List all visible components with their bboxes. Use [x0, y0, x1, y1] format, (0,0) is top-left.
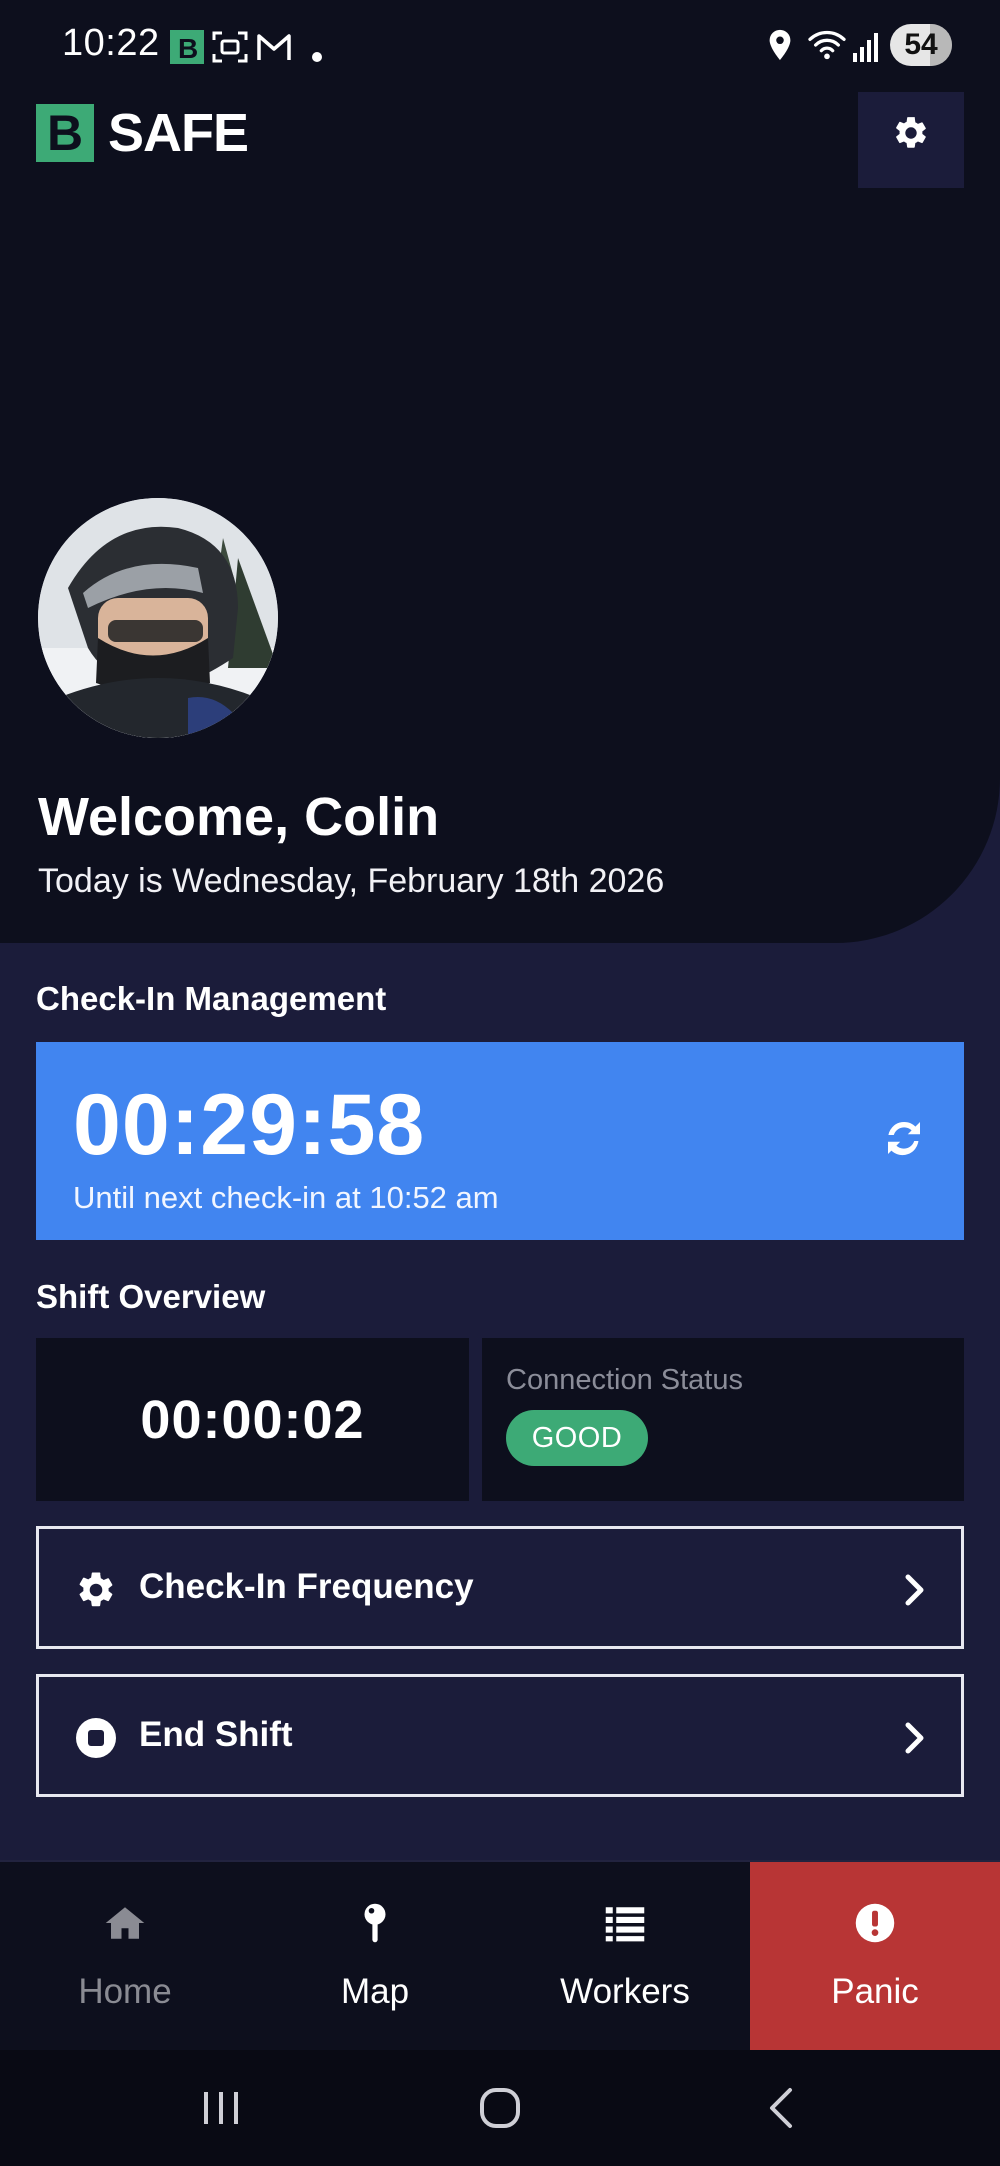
- shift-elapsed-time: 00:00:02: [140, 1389, 365, 1450]
- shift-section-title: Shift Overview: [36, 1278, 266, 1315]
- wifi-icon: [808, 30, 846, 60]
- screenshot-icon: [212, 31, 248, 63]
- svg-text:B: B: [178, 33, 198, 64]
- checkin-frequency-label: Check-In Frequency: [139, 1567, 474, 1606]
- checkin-countdown: 00:29:58: [73, 1077, 426, 1173]
- nav-workers-label: Workers: [560, 1972, 690, 2011]
- end-shift-label: End Shift: [139, 1715, 293, 1754]
- home-icon: [105, 1907, 145, 1939]
- back-icon[interactable]: [764, 2086, 798, 2130]
- status-time: 10:22: [62, 22, 160, 64]
- connection-status-badge: GOOD: [506, 1410, 648, 1466]
- nav-home-label: Home: [78, 1972, 172, 2011]
- avatar: [38, 498, 278, 738]
- end-shift-button[interactable]: End Shift: [36, 1674, 964, 1797]
- shift-timer-card: 00:00:02: [36, 1338, 469, 1501]
- nav-panic[interactable]: Panic: [750, 1862, 1000, 2052]
- stop-icon: [76, 1718, 116, 1758]
- nav-map-label: Map: [340, 1972, 410, 2011]
- hero-section: B SAFE Welcome, Colin Today is Wednesday…: [0, 0, 1000, 943]
- battery-level: 54: [904, 28, 938, 61]
- nav-panic-label: Panic: [831, 1972, 919, 2011]
- app-logo: B SAFE: [36, 102, 249, 164]
- connection-status-label: Connection Status: [506, 1364, 743, 1396]
- system-navigation-bar: [0, 2050, 1000, 2166]
- next-checkin-text: Until next check-in at 10:52 am: [73, 1180, 499, 1215]
- home-system-icon[interactable]: [479, 2086, 521, 2130]
- gear-icon: [79, 1572, 113, 1607]
- logo-text: SAFE: [108, 103, 249, 163]
- location-icon: [769, 29, 791, 61]
- welcome-heading: Welcome, Colin: [38, 787, 440, 847]
- nav-map[interactable]: Map: [250, 1862, 500, 2052]
- map-pin-icon: [364, 1903, 386, 1943]
- checkin-section-title: Check-In Management: [36, 980, 387, 1017]
- user-photo: [38, 498, 278, 738]
- status-bar: 10:22 B 54: [0, 0, 1000, 92]
- signal-icon: [853, 33, 878, 62]
- chevron-right-icon: [905, 1722, 924, 1754]
- battery-indicator: 54: [890, 24, 952, 66]
- connection-status-card: Connection Status GOOD: [482, 1338, 964, 1501]
- nav-workers[interactable]: Workers: [500, 1862, 750, 2052]
- dot-icon: [312, 52, 322, 62]
- alert-icon: [855, 1903, 895, 1943]
- today-date: Today is Wednesday, February 18th 2026: [38, 862, 665, 900]
- chevron-right-icon: [905, 1574, 924, 1606]
- checkin-frequency-button[interactable]: Check-In Frequency: [36, 1526, 964, 1649]
- settings-button[interactable]: [858, 78, 964, 188]
- recent-apps-icon[interactable]: [200, 2088, 242, 2128]
- list-icon: [605, 1907, 645, 1942]
- gear-icon: [896, 117, 926, 148]
- refresh-button[interactable]: [874, 1108, 934, 1168]
- refresh-icon: [888, 1121, 920, 1156]
- logo-badge: B: [36, 104, 94, 162]
- checkin-timer-card: 00:29:58 Until next check-in at 10:52 am: [36, 1042, 964, 1240]
- bsafe-notification-icon: B: [170, 30, 204, 64]
- nav-home[interactable]: Home: [0, 1862, 250, 2052]
- bottom-navigation: Home Map Workers Panic: [0, 1860, 1000, 2052]
- gmail-icon: [257, 34, 291, 60]
